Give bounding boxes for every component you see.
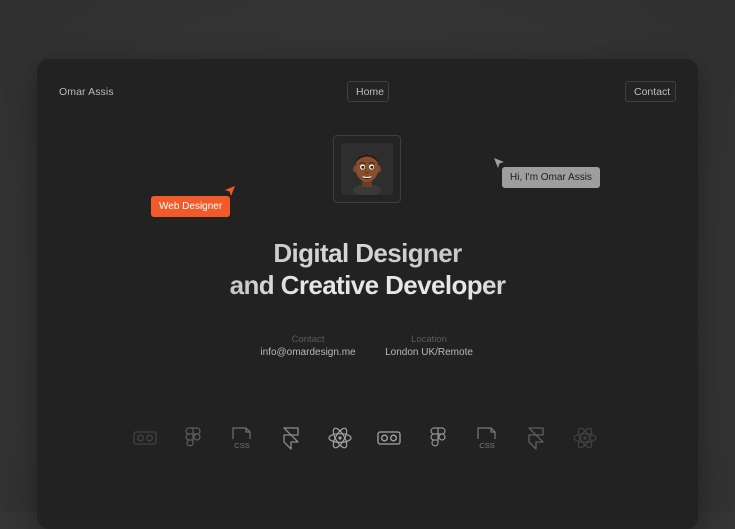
vr-headset-icon <box>132 425 158 451</box>
svg-text:CSS: CSS <box>479 441 494 450</box>
memoji-avatar-icon <box>352 154 382 196</box>
framer-icon <box>523 425 549 451</box>
hero-line-1: Digital Designer <box>37 237 698 269</box>
figma-icon <box>425 425 451 451</box>
contact-email-link[interactable]: info@omardesign.me <box>256 346 360 360</box>
nav-contact-button[interactable]: Contact <box>625 81 676 102</box>
hero-line-2: and Creative Developer <box>37 269 698 301</box>
css-file-icon: CSS <box>229 425 255 451</box>
figma-icon <box>180 425 206 451</box>
role-badge: Web Designer <box>151 196 231 217</box>
vr-headset-icon <box>376 425 402 451</box>
page-background: Omar Assis Home Contact Web Designer Hi,… <box>0 0 735 529</box>
contact-label: Contact <box>291 334 325 345</box>
location-value: London UK/Remote <box>385 347 473 358</box>
react-atom-icon <box>327 425 353 451</box>
nav-home-button[interactable]: Home <box>347 81 389 102</box>
react-atom-icon <box>572 425 598 451</box>
avatar-frame <box>333 135 401 203</box>
location-info: Location London UK/Remote <box>382 333 476 360</box>
hero-headline: Digital Designer and Creative Developer <box>37 237 698 301</box>
tool-icons-row: CSS CSS <box>132 425 604 451</box>
framer-icon <box>278 425 304 451</box>
contact-info: Contact info@omardesign.me <box>256 333 360 360</box>
portfolio-card: Omar Assis Home Contact Web Designer Hi,… <box>37 59 698 529</box>
brand-name[interactable]: Omar Assis <box>59 86 114 98</box>
svg-text:CSS: CSS <box>234 441 249 450</box>
location-label: Location <box>411 334 447 345</box>
css-file-icon: CSS <box>474 425 500 451</box>
greeting-badge: Hi, I'm Omar Assis <box>502 167 600 188</box>
avatar <box>341 143 393 196</box>
